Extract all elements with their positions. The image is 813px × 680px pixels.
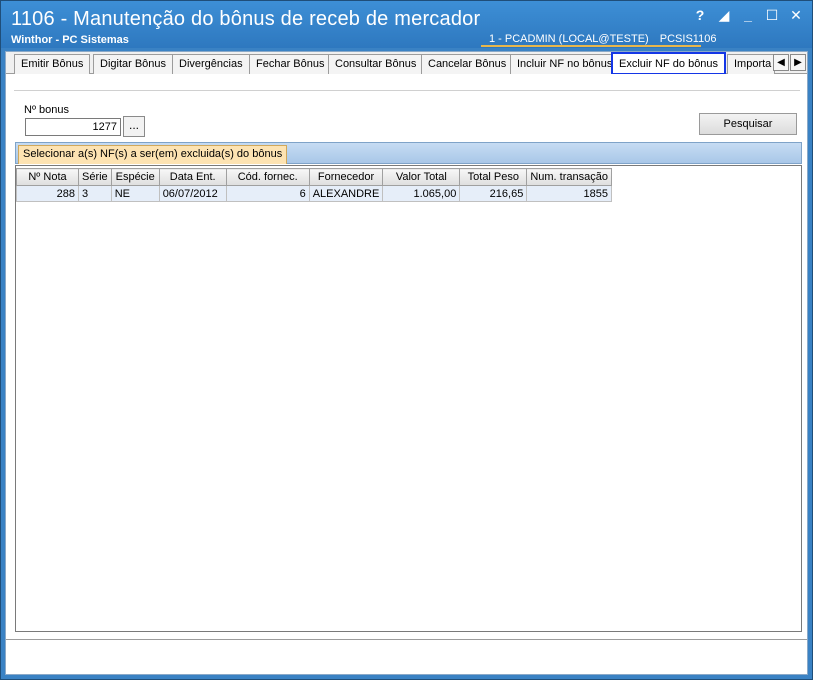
column-header-serie[interactable]: Série xyxy=(78,168,112,186)
tab-consultar-bonus[interactable]: Consultar Bônus xyxy=(328,54,424,74)
restore-icon[interactable]: ◢ xyxy=(716,7,732,23)
client-area: Emitir Bônus Digitar Bônus Divergências … xyxy=(5,51,808,675)
nf-table: Nº Nota Série Espécie Data Ent. Cód. for… xyxy=(16,168,612,202)
column-header-data-ent[interactable]: Data Ent. xyxy=(158,168,227,186)
column-header-nota[interactable]: Nº Nota xyxy=(16,168,79,186)
minimize-icon[interactable]: _ xyxy=(740,7,756,23)
cell-total-peso[interactable]: 216,65 xyxy=(459,185,528,202)
tab-scroll-left-icon[interactable]: ◀ xyxy=(773,54,789,71)
column-header-cod-fornec[interactable]: Cód. fornec. xyxy=(225,168,310,186)
section-tab-title[interactable]: Selecionar a(s) NF(s) a ser(em) excluida… xyxy=(18,145,288,164)
window-subtitle: Winthor - PC Sistemas xyxy=(11,34,129,46)
cell-fornecedor[interactable]: ALEXANDRE xyxy=(308,185,384,202)
maximize-icon[interactable]: ☐ xyxy=(764,7,780,23)
cell-valor-total[interactable]: 1.065,00 xyxy=(382,185,461,202)
app-window: 1106 - Manutenção do bônus de receb de m… xyxy=(0,0,813,680)
table-header-row: Nº Nota Série Espécie Data Ent. Cód. for… xyxy=(16,168,612,186)
column-header-fornecedor[interactable]: Fornecedor xyxy=(308,168,384,186)
tab-fechar-bonus[interactable]: Fechar Bônus xyxy=(249,54,332,74)
tab-emitir-bonus[interactable]: Emitir Bônus xyxy=(14,54,91,74)
table-row[interactable]: 288 3 NE 06/07/2012 6 ALEXANDRE 1.065,00… xyxy=(16,185,612,202)
nf-grid[interactable]: Nº Nota Série Espécie Data Ent. Cód. for… xyxy=(15,165,802,632)
window-controls: ? ◢ _ ☐ ✕ xyxy=(692,7,804,23)
tab-scroll-right-icon[interactable]: ▶ xyxy=(790,54,806,71)
user-label: 1 - PCADMIN (LOCAL@TESTE) xyxy=(489,33,649,45)
status-bar xyxy=(6,639,807,674)
column-header-especie[interactable]: Espécie xyxy=(110,168,160,186)
column-header-valor-total[interactable]: Valor Total xyxy=(382,168,461,186)
section-header: Selecionar a(s) NF(s) a ser(em) excluida… xyxy=(15,142,802,164)
tab-excluir-nf[interactable]: Excluir NF do bônus xyxy=(611,52,727,75)
cell-cod-fornec[interactable]: 6 xyxy=(225,185,310,202)
bonus-lookup-button[interactable]: ... xyxy=(123,116,145,137)
help-icon[interactable]: ? xyxy=(692,7,708,23)
window-title: 1106 - Manutenção do bônus de receb de m… xyxy=(11,8,481,30)
cell-nota[interactable]: 288 xyxy=(16,185,79,202)
column-header-total-peso[interactable]: Total Peso xyxy=(459,168,528,186)
tab-strip: Emitir Bônus Digitar Bônus Divergências … xyxy=(6,52,807,75)
user-info: 1 - PCADMIN (LOCAL@TESTE) PCSIS1106 xyxy=(481,33,716,47)
cell-data-ent[interactable]: 06/07/2012 xyxy=(158,185,227,202)
tab-digitar-bonus[interactable]: Digitar Bônus xyxy=(93,54,174,74)
bonus-input[interactable] xyxy=(25,118,121,136)
close-icon[interactable]: ✕ xyxy=(788,7,804,23)
tab-incluir-nf[interactable]: Incluir NF no bônus xyxy=(510,54,620,74)
title-bar: 1106 - Manutenção do bônus de receb de m… xyxy=(1,1,812,48)
divider xyxy=(14,90,800,91)
cell-especie[interactable]: NE xyxy=(110,185,160,202)
cell-serie[interactable]: 3 xyxy=(78,185,112,202)
bonus-label: Nº bonus xyxy=(24,104,69,116)
search-button[interactable]: Pesquisar xyxy=(699,113,797,135)
column-header-num-transacao[interactable]: Num. transação xyxy=(526,168,612,186)
program-label: PCSIS1106 xyxy=(659,33,717,45)
tab-importa[interactable]: Importa xyxy=(727,54,775,74)
tab-divergencias[interactable]: Divergências xyxy=(172,54,250,74)
tab-panel: Nº bonus ... Pesquisar Selecionar a(s) N… xyxy=(6,74,807,639)
cell-num-transacao[interactable]: 1855 xyxy=(526,185,612,202)
tab-cancelar-bonus[interactable]: Cancelar Bônus xyxy=(421,54,514,74)
